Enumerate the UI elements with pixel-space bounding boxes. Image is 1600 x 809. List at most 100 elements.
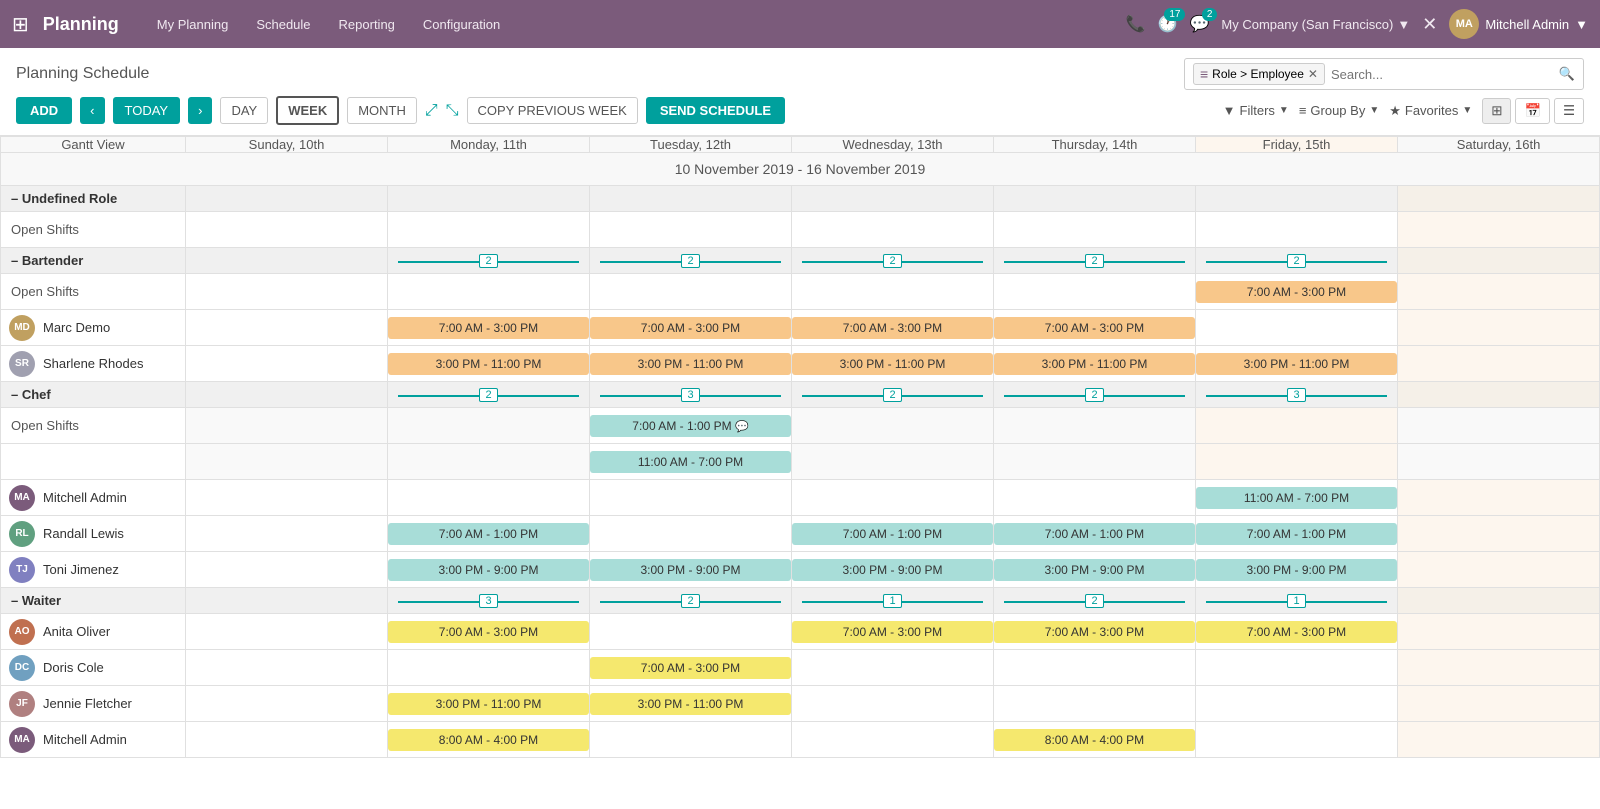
shift-block[interactable]: 3:00 PM - 9:00 PM bbox=[994, 559, 1195, 581]
compress-icon[interactable]: ⤡ bbox=[446, 102, 459, 120]
nav-configuration[interactable]: Configuration bbox=[413, 13, 510, 36]
shift-cell[interactable] bbox=[186, 408, 388, 444]
add-button[interactable]: ADD bbox=[16, 97, 72, 124]
empty-shift-cell[interactable] bbox=[1196, 722, 1398, 758]
shift-cell[interactable]: 3:00 PM - 9:00 PM bbox=[1196, 552, 1398, 588]
shift-block[interactable]: 7:00 AM - 3:00 PM bbox=[994, 317, 1195, 339]
empty-shift-cell[interactable] bbox=[388, 650, 590, 686]
empty-shift-cell[interactable] bbox=[994, 212, 1196, 248]
empty-shift-cell[interactable] bbox=[186, 310, 388, 346]
copy-prev-week-button[interactable]: COPY PREVIOUS WEEK bbox=[467, 97, 638, 124]
shift-block[interactable]: 3:00 PM - 9:00 PM bbox=[590, 559, 791, 581]
shift-block[interactable]: 3:00 PM - 11:00 PM bbox=[994, 353, 1195, 375]
today-button[interactable]: TODAY bbox=[113, 97, 181, 124]
empty-shift-cell[interactable] bbox=[1398, 614, 1600, 650]
shift-cell[interactable]: 8:00 AM - 4:00 PM bbox=[388, 722, 590, 758]
empty-shift-cell[interactable] bbox=[388, 480, 590, 516]
shift-block[interactable]: 3:00 PM - 11:00 PM bbox=[590, 353, 791, 375]
empty-shift-cell[interactable] bbox=[1398, 552, 1600, 588]
shift-cell[interactable] bbox=[388, 444, 590, 480]
shift-block[interactable]: 7:00 AM - 3:00 PM bbox=[792, 621, 993, 643]
empty-shift-cell[interactable] bbox=[590, 516, 792, 552]
shift-cell[interactable] bbox=[1398, 408, 1600, 444]
shift-cell[interactable] bbox=[1196, 444, 1398, 480]
shift-block[interactable]: 7:00 AM - 3:00 PM bbox=[590, 657, 791, 679]
day-view-button[interactable]: DAY bbox=[220, 97, 268, 124]
week-view-button[interactable]: WEEK bbox=[276, 96, 339, 125]
empty-shift-cell[interactable] bbox=[1398, 346, 1600, 382]
shift-block[interactable]: 7:00 AM - 3:00 PM bbox=[1196, 281, 1397, 303]
filter-remove-icon[interactable]: ✕ bbox=[1308, 67, 1318, 81]
shift-cell[interactable] bbox=[388, 408, 590, 444]
shift-block[interactable]: 3:00 PM - 9:00 PM bbox=[1196, 559, 1397, 581]
shift-block[interactable]: 7:00 AM - 1:00 PM bbox=[792, 523, 993, 545]
shift-cell[interactable] bbox=[792, 444, 994, 480]
empty-shift-cell[interactable] bbox=[1196, 650, 1398, 686]
shift-block[interactable]: 3:00 PM - 11:00 PM bbox=[388, 693, 589, 715]
shift-block[interactable]: 8:00 AM - 4:00 PM bbox=[388, 729, 589, 751]
shift-block[interactable]: 7:00 AM - 3:00 PM bbox=[590, 317, 791, 339]
notifications-wrap[interactable]: 🕐 17 bbox=[1158, 14, 1178, 34]
shift-block[interactable]: 7:00 AM - 3:00 PM bbox=[792, 317, 993, 339]
gantt-view-icon-button[interactable]: ⊞ bbox=[1482, 98, 1511, 124]
list-view-icon-button[interactable]: ☰ bbox=[1554, 98, 1584, 124]
send-schedule-button[interactable]: SEND SCHEDULE bbox=[646, 97, 785, 124]
shift-cell[interactable]: 7:00 AM - 3:00 PM bbox=[1196, 614, 1398, 650]
shift-cell[interactable]: 3:00 PM - 11:00 PM bbox=[388, 686, 590, 722]
empty-shift-cell[interactable] bbox=[186, 614, 388, 650]
empty-shift-cell[interactable] bbox=[1196, 310, 1398, 346]
shift-block[interactable]: 3:00 PM - 11:00 PM bbox=[1196, 353, 1397, 375]
shift-block[interactable]: 7:00 AM - 1:00 PM bbox=[994, 523, 1195, 545]
calendar-view-icon-button[interactable]: 📅 bbox=[1515, 98, 1550, 124]
empty-shift-cell[interactable] bbox=[792, 686, 994, 722]
nav-my-planning[interactable]: My Planning bbox=[147, 13, 239, 36]
empty-shift-cell[interactable] bbox=[1398, 310, 1600, 346]
shift-cell[interactable]: 3:00 PM - 11:00 PM bbox=[590, 346, 792, 382]
company-selector[interactable]: My Company (San Francisco) ▼ bbox=[1221, 17, 1410, 32]
empty-shift-cell[interactable] bbox=[186, 480, 388, 516]
messages-wrap[interactable]: 💬 2 bbox=[1189, 14, 1209, 34]
shift-cell[interactable] bbox=[792, 408, 994, 444]
shift-cell[interactable]: 11:00 AM - 7:00 PM bbox=[590, 444, 792, 480]
empty-shift-cell[interactable] bbox=[590, 722, 792, 758]
shift-block[interactable]: 8:00 AM - 4:00 PM bbox=[994, 729, 1195, 751]
shift-cell[interactable]: 3:00 PM - 11:00 PM bbox=[1196, 346, 1398, 382]
shift-block[interactable]: 3:00 PM - 11:00 PM bbox=[792, 353, 993, 375]
empty-shift-cell[interactable] bbox=[590, 614, 792, 650]
shift-block[interactable]: 11:00 AM - 7:00 PM bbox=[1196, 487, 1397, 509]
shift-block[interactable]: 7:00 AM - 3:00 PM bbox=[388, 621, 589, 643]
shift-cell[interactable]: 7:00 AM - 3:00 PM bbox=[792, 614, 994, 650]
search-icon[interactable]: 🔍 bbox=[1559, 66, 1575, 82]
empty-shift-cell[interactable] bbox=[792, 274, 994, 310]
empty-shift-cell[interactable] bbox=[1398, 212, 1600, 248]
shift-cell[interactable]: 7:00 AM - 1:00 PM bbox=[994, 516, 1196, 552]
app-grid-icon[interactable]: ⊞ bbox=[12, 12, 29, 37]
shift-block[interactable]: 3:00 PM - 11:00 PM bbox=[388, 353, 589, 375]
empty-shift-cell[interactable] bbox=[590, 274, 792, 310]
shift-cell[interactable]: 7:00 AM - 1:00 PM bbox=[792, 516, 994, 552]
search-input[interactable] bbox=[1331, 67, 1553, 82]
shift-block[interactable]: 3:00 PM - 11:00 PM bbox=[590, 693, 791, 715]
expand-icon[interactable]: ⤢ bbox=[425, 102, 438, 120]
shift-cell[interactable]: 3:00 PM - 11:00 PM bbox=[388, 346, 590, 382]
empty-shift-cell[interactable] bbox=[1398, 650, 1600, 686]
empty-shift-cell[interactable] bbox=[590, 212, 792, 248]
empty-shift-cell[interactable] bbox=[1398, 722, 1600, 758]
shift-cell[interactable]: 7:00 AM - 1:00 PM bbox=[388, 516, 590, 552]
nav-reporting[interactable]: Reporting bbox=[329, 13, 405, 36]
shift-cell[interactable] bbox=[994, 408, 1196, 444]
shift-block[interactable]: 7:00 AM - 3:00 PM bbox=[994, 621, 1195, 643]
shift-block[interactable]: 7:00 AM - 3:00 PM bbox=[388, 317, 589, 339]
filters-button[interactable]: ▼ Filters ▼ bbox=[1223, 103, 1289, 118]
shift-cell[interactable]: 7:00 AM - 3:00 PM bbox=[994, 310, 1196, 346]
shift-block[interactable]: 7:00 AM - 1:00 PM bbox=[1196, 523, 1397, 545]
shift-block[interactable]: 3:00 PM - 9:00 PM bbox=[388, 559, 589, 581]
shift-cell[interactable]: 7:00 AM - 3:00 PM bbox=[590, 650, 792, 686]
shift-cell[interactable] bbox=[994, 444, 1196, 480]
empty-shift-cell[interactable] bbox=[792, 480, 994, 516]
empty-shift-cell[interactable] bbox=[1196, 686, 1398, 722]
shift-block[interactable]: 7:00 AM - 1:00 PM bbox=[388, 523, 589, 545]
empty-shift-cell[interactable] bbox=[590, 480, 792, 516]
shift-cell[interactable]: 11:00 AM - 7:00 PM bbox=[1196, 480, 1398, 516]
group-by-button[interactable]: ≡ Group By ▼ bbox=[1299, 103, 1379, 118]
